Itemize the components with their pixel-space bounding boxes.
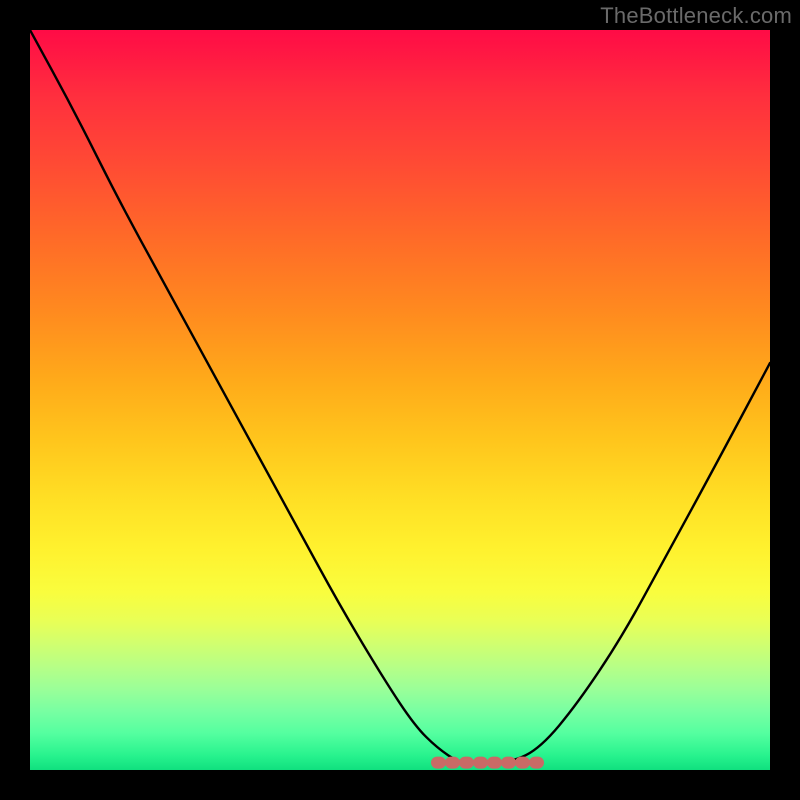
bottleneck-curve — [30, 30, 770, 763]
chart-frame: TheBottleneck.com — [0, 0, 800, 800]
watermark-text: TheBottleneck.com — [600, 3, 792, 29]
curve-svg — [30, 30, 770, 770]
plot-area — [30, 30, 770, 770]
